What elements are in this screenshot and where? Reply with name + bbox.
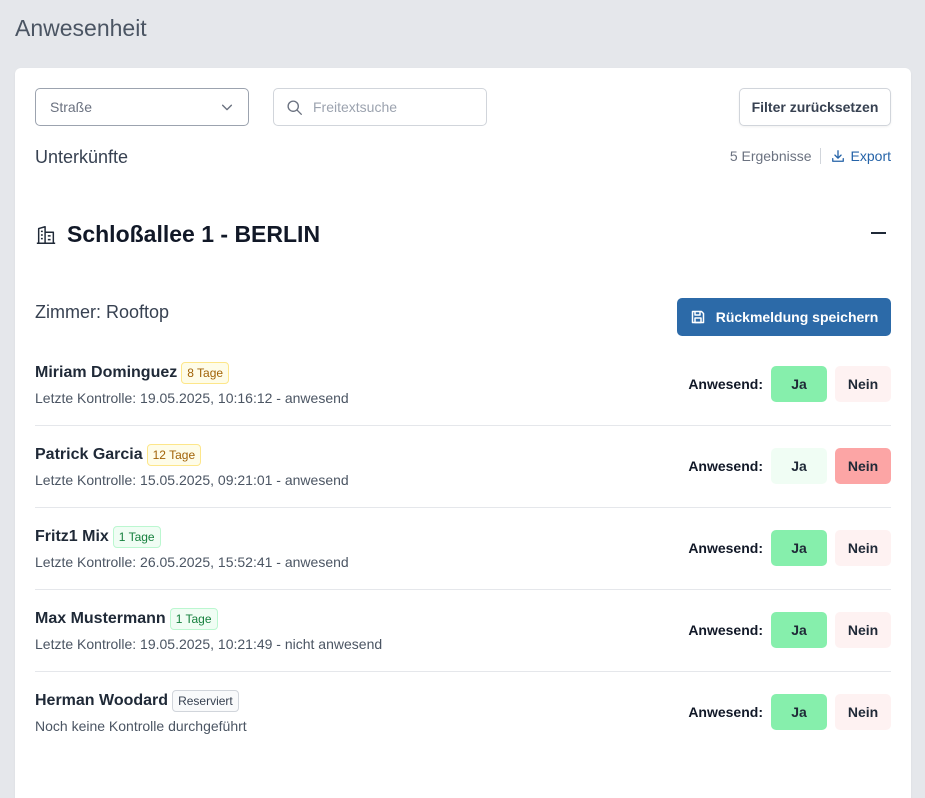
- no-button[interactable]: Nein: [835, 694, 891, 730]
- last-check: Letzte Kontrolle: 19.05.2025, 10:16:12 -…: [35, 390, 349, 406]
- last-check: Letzte Kontrolle: 15.05.2025, 09:21:01 -…: [35, 472, 349, 488]
- download-icon: [831, 150, 844, 162]
- presence-toggle: Anwesend: Ja Nein: [688, 612, 891, 648]
- collapse-icon[interactable]: [869, 223, 887, 243]
- export-label: Export: [850, 148, 891, 164]
- building-header: Schloßallee 1 - BERLIN: [35, 221, 320, 248]
- save-icon: [691, 310, 704, 324]
- reset-filters-button[interactable]: Filter zurücksetzen: [739, 88, 891, 126]
- presence-label: Anwesend:: [688, 540, 763, 556]
- divider: [819, 148, 821, 164]
- last-check: Noch keine Kontrolle durchgeführt: [35, 718, 247, 734]
- export-link[interactable]: Export: [831, 148, 891, 164]
- presence-label: Anwesend:: [688, 704, 763, 720]
- last-check: Letzte Kontrolle: 26.05.2025, 15:52:41 -…: [35, 554, 349, 570]
- results-count: 5 Ergebnisse: [729, 148, 812, 164]
- chevron-down-icon: [221, 104, 233, 111]
- presence-toggle: Anwesend: Ja Nein: [688, 448, 891, 484]
- presence-label: Anwesend:: [688, 458, 763, 474]
- duration-badge: 8 Tage: [181, 362, 230, 384]
- yes-button[interactable]: Ja: [771, 366, 827, 402]
- no-button[interactable]: Nein: [835, 448, 891, 484]
- occupant-row: Max Mustermann 1 Tage Letzte Kontrolle: …: [35, 590, 891, 672]
- street-select-placeholder: Straße: [50, 99, 93, 115]
- section-title: Unterkünfte: [35, 147, 129, 167]
- search-field[interactable]: [273, 88, 487, 126]
- occupant-name: Fritz1 Mix: [35, 528, 109, 545]
- no-button[interactable]: Nein: [835, 612, 891, 648]
- building-title: Schloßallee 1 - BERLIN: [67, 221, 321, 247]
- occupant-row: Patrick Garcia 12 Tage Letzte Kontrolle:…: [35, 426, 891, 508]
- presence-toggle: Anwesend: Ja Nein: [688, 366, 891, 402]
- no-button[interactable]: Nein: [835, 530, 891, 566]
- occupant-name: Miriam Dominguez: [35, 364, 178, 381]
- occupant-row: Miriam Dominguez 8 Tage Letzte Kontrolle…: [35, 344, 891, 426]
- occupant-row: Herman Woodard Reserviert Noch keine Kon…: [35, 672, 891, 754]
- status-badge: Reserviert: [172, 690, 239, 712]
- occupant-name: Herman Woodard: [35, 692, 169, 709]
- yes-button[interactable]: Ja: [771, 530, 827, 566]
- occupant-name: Patrick Garcia: [35, 446, 143, 463]
- occupant-list: Miriam Dominguez 8 Tage Letzte Kontrolle…: [35, 344, 891, 754]
- search-icon: [287, 99, 302, 115]
- no-button[interactable]: Nein: [835, 366, 891, 402]
- presence-toggle: Anwesend: Ja Nein: [688, 530, 891, 566]
- building-icon: [36, 225, 56, 244]
- room-label: Zimmer: Rooftop: [35, 302, 170, 322]
- save-feedback-label: Rückmeldung speichern: [715, 309, 879, 325]
- presence-label: Anwesend:: [688, 376, 763, 392]
- yes-button[interactable]: Ja: [771, 448, 827, 484]
- occupant-name: Max Mustermann: [35, 610, 166, 627]
- main-card: Straße Filter zurücksetzen Unterkünfte 5…: [15, 68, 911, 798]
- page-title: Anwesenheit: [15, 15, 147, 41]
- occupant-row: Fritz1 Mix 1 Tage Letzte Kontrolle: 26.0…: [35, 508, 891, 590]
- presence-label: Anwesend:: [688, 622, 763, 638]
- yes-button[interactable]: Ja: [771, 694, 827, 730]
- yes-button[interactable]: Ja: [771, 612, 827, 648]
- save-feedback-button[interactable]: Rückmeldung speichern: [677, 298, 891, 336]
- duration-badge: 12 Tage: [146, 444, 202, 466]
- duration-badge: 1 Tage: [169, 608, 218, 630]
- search-input[interactable]: [313, 99, 473, 115]
- presence-toggle: Anwesend: Ja Nein: [688, 694, 891, 730]
- duration-badge: 1 Tage: [112, 526, 161, 548]
- results-bar: 5 Ergebnisse Export: [730, 148, 891, 164]
- street-select[interactable]: Straße: [35, 88, 249, 126]
- last-check: Letzte Kontrolle: 19.05.2025, 10:21:49 -…: [35, 636, 383, 652]
